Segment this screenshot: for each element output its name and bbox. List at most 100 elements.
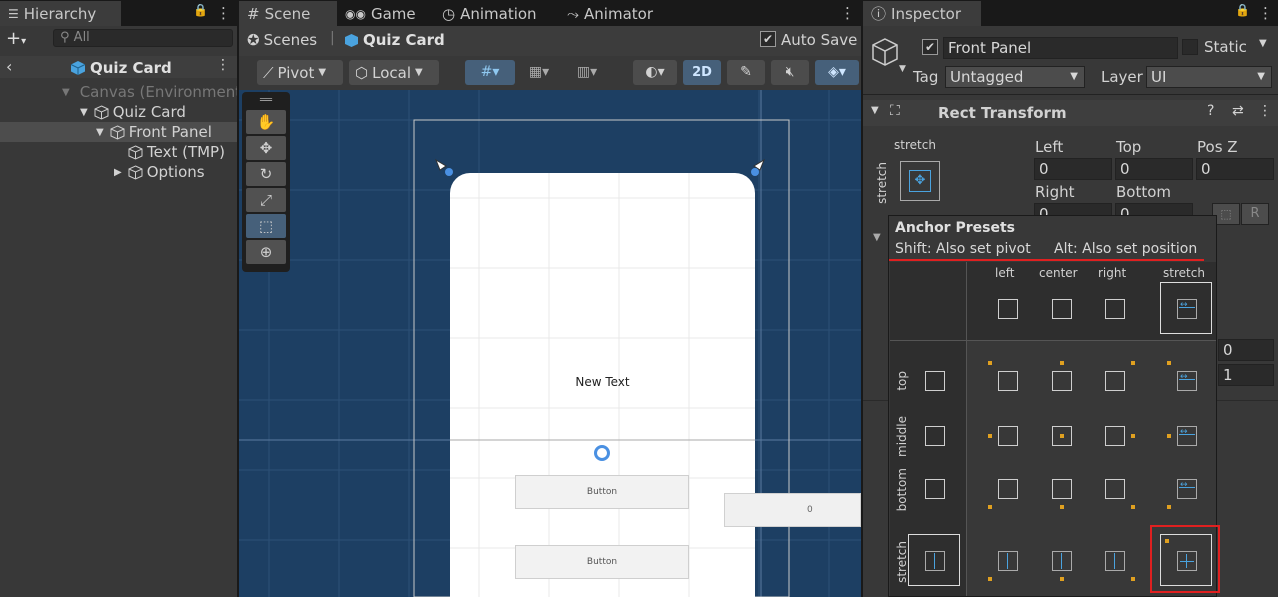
- breadcrumb-scenes[interactable]: ✪ Scenes: [247, 31, 317, 49]
- anchor-preset-middle-none[interactable]: [914, 415, 954, 455]
- anchor-preset-middle-right[interactable]: [1094, 415, 1135, 455]
- anchor-preset-stretch-right[interactable]: [1094, 540, 1135, 581]
- move-tool[interactable]: ✥: [246, 136, 286, 160]
- grid-snap-button[interactable]: #▾: [465, 60, 515, 85]
- pivot-dropdown[interactable]: ⟋ Pivot ▼: [257, 60, 343, 85]
- anchor-preset-middle-center[interactable]: [1041, 415, 1081, 455]
- highlight-box: [1150, 525, 1220, 593]
- anchor-preset-none-center[interactable]: [1041, 288, 1081, 328]
- static-dropdown-icon[interactable]: ▼: [1259, 38, 1267, 49]
- left-label: Left: [1035, 138, 1064, 156]
- shading-dropdown[interactable]: ◐▾: [633, 60, 677, 85]
- hierarchy-item[interactable]: ▼ Canvas (Environment): [0, 82, 237, 102]
- anchor-handle-left-icon: [434, 158, 447, 171]
- anchor-preset-bottom-stretch[interactable]: ↔: [1166, 468, 1206, 509]
- hand-tool[interactable]: ✋: [246, 110, 286, 134]
- anchor-preset-bottom-left[interactable]: [987, 468, 1027, 509]
- layer-dropdown[interactable]: UI ▼: [1146, 66, 1272, 88]
- posz-field[interactable]: 0: [1196, 158, 1274, 180]
- tab-game[interactable]: ◉◉ Game: [337, 1, 424, 26]
- anchor-preset-top-stretch[interactable]: ↔: [1166, 360, 1206, 400]
- lighting-button[interactable]: ✎: [727, 60, 765, 85]
- clock-icon: ◷: [442, 4, 456, 23]
- pivot-x-field[interactable]: 0: [1218, 339, 1274, 361]
- anchor-preset-none-right[interactable]: [1094, 288, 1134, 328]
- anchor-box-icon: [925, 426, 945, 446]
- rect-transform-header[interactable]: ▼ ⛶ Rect Transform ? ⇄ ⋮: [863, 100, 1278, 126]
- header-menu-icon[interactable]: ⋮: [216, 57, 230, 73]
- hierarchy-item-selected[interactable]: ▼ Front Panel: [0, 122, 237, 142]
- component-menu-icon[interactable]: ⋮: [1258, 103, 1272, 119]
- anchor-preset-middle-left[interactable]: [987, 415, 1027, 455]
- object-name-field[interactable]: Front Panel: [943, 37, 1178, 59]
- svg-text:▼: ▼: [899, 64, 906, 73]
- anchor-preset-bottom-center[interactable]: [1041, 468, 1081, 509]
- scene-menu-icon[interactable]: ⋮: [840, 4, 855, 22]
- pivot-y-field[interactable]: 1: [1218, 364, 1274, 386]
- breadcrumb-current[interactable]: Quiz Card: [344, 31, 445, 49]
- scene-viewport[interactable]: New Text Button Button 0: [239, 90, 861, 597]
- tab-scene[interactable]: # Scene: [239, 1, 337, 26]
- snap-increment-button[interactable]: ▦▾: [519, 60, 559, 85]
- anchor-preset-bottom-none[interactable]: [914, 468, 954, 508]
- tab-animation[interactable]: ◷ Animation: [434, 1, 545, 26]
- tab-hierarchy[interactable]: ☰ Hierarchy: [0, 1, 121, 26]
- gameobject-cube-icon: [128, 164, 143, 180]
- top-field[interactable]: 0: [1115, 158, 1193, 180]
- hierarchy-item-label: Front Panel: [128, 123, 212, 141]
- inspector-menu-icon[interactable]: ⋮: [1258, 4, 1273, 22]
- left-field[interactable]: 0: [1034, 158, 1112, 180]
- back-icon[interactable]: ‹: [6, 57, 12, 76]
- tag-dropdown[interactable]: Untagged ▼: [945, 66, 1085, 88]
- rect-tool[interactable]: ⬚: [246, 214, 286, 238]
- effects-dropdown[interactable]: ◈▾: [815, 60, 859, 85]
- raw-edit-button[interactable]: R: [1241, 203, 1269, 225]
- help-icon[interactable]: ?: [1207, 103, 1214, 119]
- pivot-icon: ⟋: [263, 63, 274, 82]
- static-checkbox[interactable]: [1182, 39, 1198, 55]
- anchor-preset-middle-stretch[interactable]: ↔: [1166, 415, 1206, 455]
- collapse-icon[interactable]: ▼: [873, 232, 881, 243]
- anchor-preset-top-center[interactable]: [1041, 360, 1081, 400]
- anchor-preset-button[interactable]: ✥: [900, 161, 940, 201]
- settings-icon[interactable]: ⇄: [1232, 103, 1244, 119]
- hierarchy-item-label: Quiz Card: [112, 103, 186, 121]
- tab-inspector[interactable]: ⓘ Inspector: [863, 1, 981, 26]
- rotate-icon: ↻: [259, 165, 273, 183]
- rotate-tool[interactable]: ↻: [246, 162, 286, 186]
- hierarchy-menu-icon[interactable]: ⋮: [216, 4, 231, 22]
- collapse-icon[interactable]: ▼: [871, 105, 879, 116]
- local-dropdown[interactable]: ⬡ Local ▼: [349, 60, 439, 85]
- lock-icon[interactable]: 🔒: [193, 3, 208, 17]
- search-input[interactable]: ⚲ All: [53, 29, 233, 47]
- lock-icon[interactable]: 🔒: [1235, 3, 1250, 17]
- anchor-stretch-icon: ✥: [909, 170, 931, 192]
- local-label: Local: [372, 63, 411, 82]
- anchor-preset-none-left[interactable]: [987, 288, 1027, 328]
- anchor-preset-stretch-none[interactable]: [908, 534, 960, 586]
- add-button[interactable]: +▾: [6, 28, 26, 49]
- audio-button[interactable]: 🔇︎: [771, 60, 809, 85]
- drag-handle-icon[interactable]: ══: [246, 96, 286, 110]
- active-checkbox[interactable]: ✔: [922, 39, 938, 55]
- hierarchy-panel: ☰ Hierarchy 🔒 ⋮ +▾ ⚲ All ‹ Quiz Card ⋮ ▼…: [0, 0, 237, 597]
- row-label-middle: middle: [895, 416, 909, 457]
- mode-2d-button[interactable]: 2D: [683, 60, 721, 85]
- anchor-preset-bottom-right[interactable]: [1094, 468, 1135, 509]
- hierarchy-item[interactable]: Text (TMP): [0, 142, 237, 162]
- anchor-preset-none-stretch[interactable]: ↔: [1160, 282, 1212, 334]
- hierarchy-item[interactable]: ▶ Options: [0, 162, 237, 182]
- scale-tool[interactable]: ⤢: [246, 188, 286, 212]
- tab-animator[interactable]: ⤳ Animator: [559, 1, 661, 26]
- anchor-preset-stretch-left[interactable]: [987, 540, 1027, 581]
- transform-tool[interactable]: ⊕: [246, 240, 286, 264]
- anchor-preset-stretch-center[interactable]: [1041, 540, 1081, 581]
- anchor-box-icon: ↔: [1177, 479, 1197, 499]
- grid-plane-button[interactable]: ▥▾: [565, 60, 609, 85]
- auto-save-checkbox[interactable]: ✔: [760, 31, 776, 47]
- tab-animator-label: Animator: [584, 4, 653, 23]
- hierarchy-item[interactable]: ▼ Quiz Card: [0, 102, 237, 122]
- anchor-preset-top-right[interactable]: [1094, 360, 1135, 400]
- anchor-preset-top-none[interactable]: [914, 360, 954, 400]
- anchor-preset-top-left[interactable]: [987, 360, 1027, 400]
